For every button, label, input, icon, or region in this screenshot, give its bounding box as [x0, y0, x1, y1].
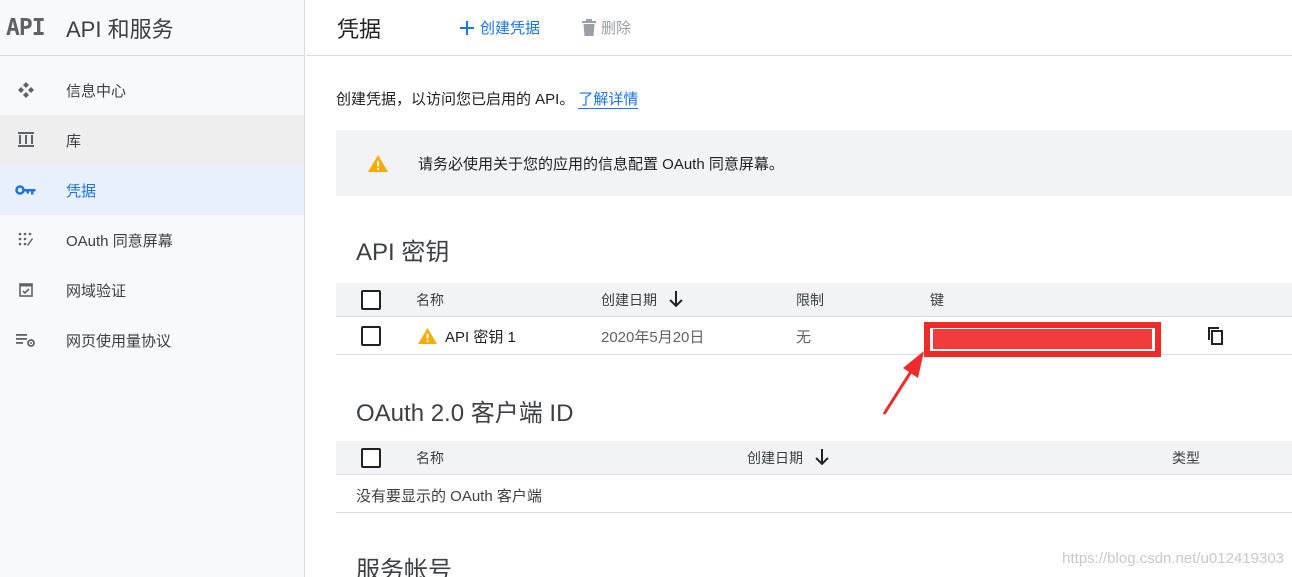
sidebar-item-library[interactable]: 库 — [0, 115, 304, 165]
api-logo: API — [6, 14, 46, 41]
warning-icon — [368, 154, 388, 172]
sidebar-nav: 信息中心 库 凭据 OAuth 同意屏幕 网域验证 网页使用量协议 — [0, 56, 304, 365]
learn-more-link[interactable]: 了解详情 — [578, 91, 639, 109]
intro-description: 创建凭据，以访问您已启用的 API。 — [336, 91, 575, 108]
row-checkbox[interactable] — [361, 326, 381, 346]
warning-icon — [418, 328, 437, 344]
api-keys-title: API 密钥 — [356, 239, 450, 266]
delete-button[interactable]: 删除 — [582, 17, 631, 38]
domain-verification-icon — [0, 282, 66, 298]
api-keys-table-header: 名称 创建日期 限制 键 — [336, 283, 1292, 317]
sidebar-item-page-usage[interactable]: 网页使用量协议 — [0, 315, 304, 365]
trash-icon — [582, 19, 597, 36]
column-header-restriction: 限制 — [796, 291, 824, 308]
sidebar-item-label: OAuth 同意屏幕 — [66, 232, 173, 250]
delete-label: 删除 — [601, 20, 632, 37]
sidebar-item-oauth-consent[interactable]: OAuth 同意屏幕 — [0, 215, 304, 265]
arrow-down-icon — [669, 291, 683, 308]
sidebar-item-label: 信息中心 — [66, 82, 127, 100]
consent-screen-icon — [0, 232, 66, 248]
oauth-table-header: 名称 创建日期 类型 — [336, 441, 1292, 475]
select-all-checkbox[interactable] — [361, 289, 381, 310]
plus-icon — [460, 20, 475, 35]
column-header-type: 类型 — [1172, 449, 1200, 466]
watermark: https://blog.csdn.net/u012419303 — [1062, 550, 1284, 567]
alert-text: 请务必使用关于您的应用的信息配置 OAuth 同意屏幕。 — [418, 155, 784, 173]
page-header: 凭据 创建凭据 删除 — [306, 0, 1292, 56]
api-key-name[interactable]: API 密钥 1 — [418, 318, 516, 354]
oauth-empty-message: 没有要显示的 OAuth 客户端 — [356, 488, 542, 505]
column-header-key: 键 — [930, 291, 944, 308]
create-credentials-button[interactable]: 创建凭据 — [459, 17, 540, 38]
page-title: 凭据 — [337, 16, 382, 42]
oauth-clients-title: OAuth 2.0 客户端 ID — [356, 400, 574, 427]
copy-icon[interactable] — [1208, 318, 1224, 354]
main-content: 创建凭据，以访问您已启用的 API。 了解详情 请务必使用关于您的应用的信息配置 … — [336, 56, 1292, 577]
arrow-down-icon — [815, 449, 829, 466]
intro-text: 创建凭据，以访问您已启用的 API。 了解详情 — [336, 88, 639, 109]
sidebar-item-label: 网页使用量协议 — [66, 332, 172, 350]
column-header-name: 名称 — [416, 291, 444, 308]
sidebar: API API 和服务 信息中心 库 凭据 OAuth 同意屏幕 网域验证 网页… — [0, 0, 305, 577]
sidebar-item-dashboard[interactable]: 信息中心 — [0, 65, 304, 115]
library-icon — [0, 131, 66, 149]
redacted-key — [933, 329, 1152, 349]
column-header-created[interactable]: 创建日期 — [601, 283, 683, 316]
service-accounts-title: 服务帐号 — [356, 557, 452, 577]
select-all-checkbox[interactable] — [361, 447, 381, 468]
api-key-restriction: 无 — [796, 328, 812, 346]
redacted-key-highlight — [924, 322, 1161, 357]
product-title: API 和服务 — [66, 16, 174, 42]
consent-alert: 请务必使用关于您的应用的信息配置 OAuth 同意屏幕。 — [336, 130, 1292, 196]
sidebar-item-label: 凭据 — [66, 182, 97, 200]
dashboard-icon — [0, 80, 66, 100]
api-key-name-label: API 密钥 1 — [445, 328, 516, 346]
brand: API API 和服务 — [0, 0, 304, 56]
sidebar-item-label: 库 — [66, 132, 82, 150]
divider — [336, 512, 1292, 513]
key-icon — [0, 183, 66, 197]
create-credentials-label: 创建凭据 — [480, 20, 541, 37]
column-header-name: 名称 — [416, 449, 444, 466]
column-header-created[interactable]: 创建日期 — [747, 441, 829, 474]
sidebar-item-label: 网域验证 — [66, 282, 127, 300]
column-header-created-label: 创建日期 — [747, 449, 803, 466]
api-key-created: 2020年5月20日 — [601, 328, 705, 346]
settings-list-icon — [0, 332, 66, 348]
sidebar-item-credentials[interactable]: 凭据 — [0, 165, 304, 215]
column-header-created-label: 创建日期 — [601, 291, 657, 308]
sidebar-item-domain-verification[interactable]: 网域验证 — [0, 265, 304, 315]
